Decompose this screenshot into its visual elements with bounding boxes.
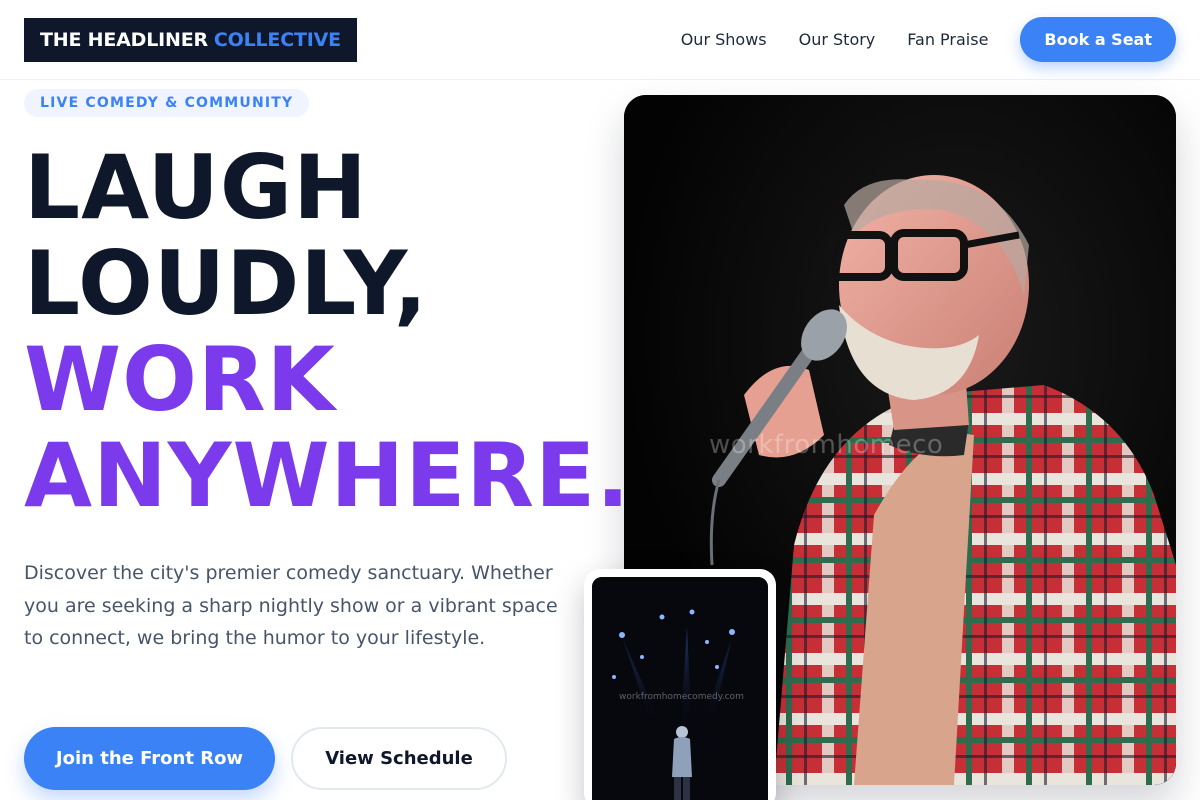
nav-link-fan-praise[interactable]: Fan Praise [907,30,988,49]
headline-line-3: WORK [24,328,336,431]
headline-line-2: LOUDLY, [24,232,429,335]
headline-line-1: LAUGH [24,136,368,239]
headline-line-4: ANYWHERE. [24,424,631,527]
hero-description: Discover the city's premier comedy sanct… [24,562,558,649]
hero-badge: LIVE COMEDY & COMMUNITY [24,89,310,117]
photo-watermark: workfromhomeco [709,430,944,460]
brand-name-accent: COLLECTIVE [213,29,341,51]
stage-photo: workfromhomecomedy.com [592,577,768,800]
brand-logo[interactable]: THE HEADLINER COLLECTIVE [24,18,357,62]
book-seat-button[interactable]: Book a Seat [1020,17,1176,62]
brand-name-primary: THE HEADLINER [40,29,208,51]
stage-illustration [592,577,768,800]
view-schedule-button[interactable]: View Schedule [291,727,507,790]
card-watermark: workfromhomecomedy.com [619,692,744,702]
nav-link-our-story[interactable]: Our Story [799,30,876,49]
join-front-row-button[interactable]: Join the Front Row [24,727,275,790]
site-header: THE HEADLINER COLLECTIVE Our Shows Our S… [0,0,1200,80]
nav-link-our-shows[interactable]: Our Shows [681,30,767,49]
hero-headline: LAUGH LOUDLY, WORK ANYWHERE. [24,140,631,524]
stage-photo-card: workfromhomecomedy.com [584,569,776,800]
main-nav: Our Shows Our Story Fan Praise Book a Se… [681,17,1176,62]
